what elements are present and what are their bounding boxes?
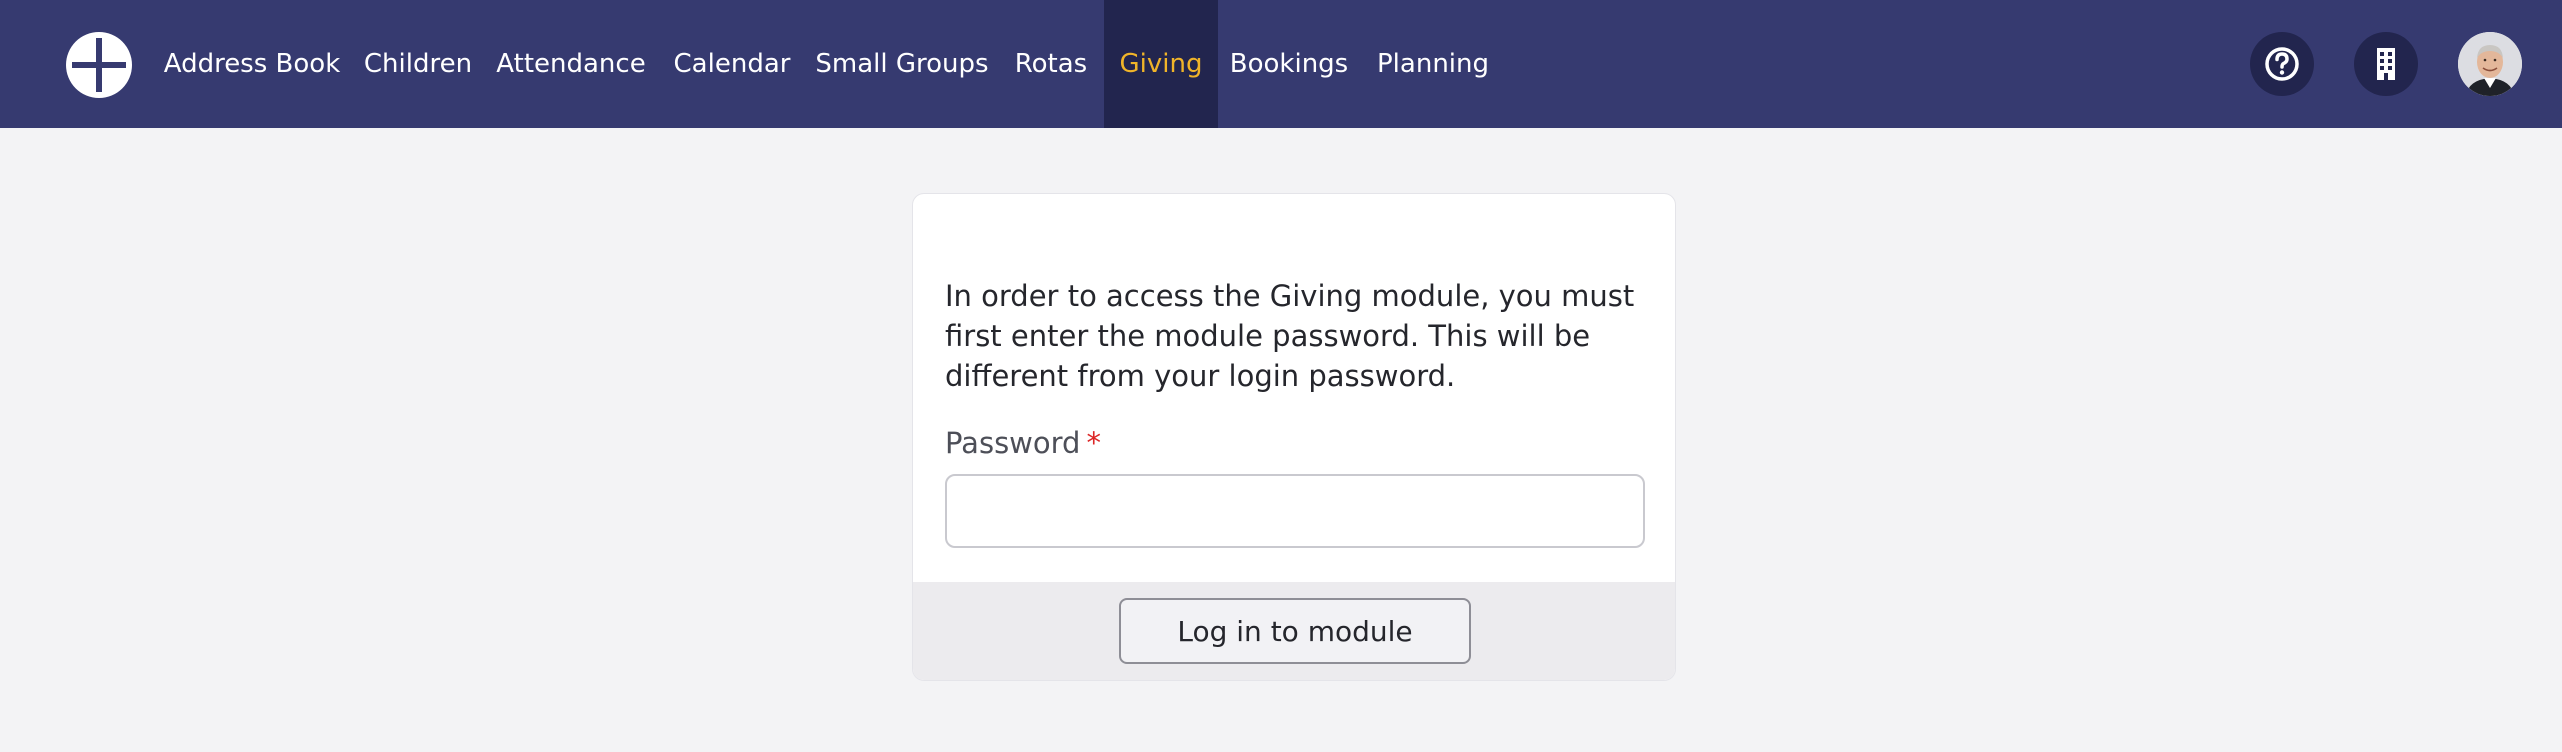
app-logo-icon[interactable]	[66, 32, 132, 98]
nav-item-giving[interactable]: Giving	[1104, 0, 1218, 128]
nav-item-bookings[interactable]: Bookings	[1218, 0, 1360, 128]
nav-item-planning[interactable]: Planning	[1360, 0, 1506, 128]
nav-item-calendar[interactable]: Calendar	[658, 0, 806, 128]
organisation-button[interactable]	[2354, 32, 2418, 96]
required-marker: *	[1086, 426, 1101, 460]
nav-item-small-groups[interactable]: Small Groups	[806, 0, 998, 128]
nav-item-rotas[interactable]: Rotas	[998, 0, 1104, 128]
intro-text: In order to access the Giving module, yo…	[945, 279, 1635, 393]
user-avatar[interactable]	[2458, 32, 2522, 96]
card-footer: Log in to module	[913, 582, 1675, 680]
help-button[interactable]	[2250, 32, 2314, 96]
nav-item-children[interactable]: Children	[352, 0, 484, 128]
avatar-image-icon	[2458, 32, 2522, 96]
password-input[interactable]	[945, 474, 1645, 548]
top-navigation-bar: Address Book Children Attendance Calenda…	[0, 0, 2562, 128]
nav-item-attendance[interactable]: Attendance	[484, 0, 658, 128]
module-login-card: In order to access the Giving module, yo…	[912, 193, 1676, 681]
card-body: In order to access the Giving module, yo…	[945, 276, 1645, 396]
nav-item-address-book[interactable]: Address Book	[152, 0, 352, 128]
password-label: Password *	[945, 426, 1101, 460]
building-icon	[2377, 48, 2395, 80]
password-label-text: Password	[945, 426, 1081, 460]
log-in-to-module-button[interactable]: Log in to module	[1119, 598, 1471, 664]
help-icon	[2265, 47, 2299, 81]
